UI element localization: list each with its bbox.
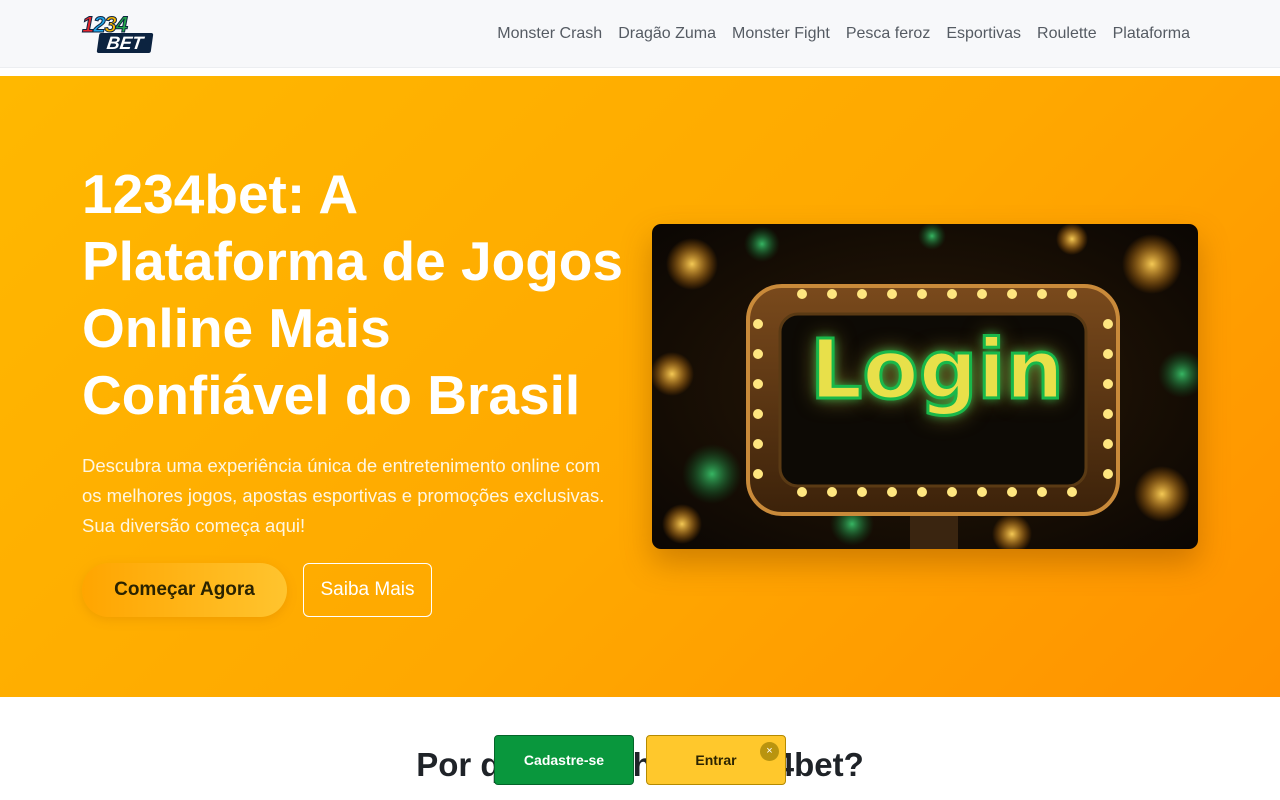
nav-link-monster-fight[interactable]: Monster Fight [732,25,830,43]
hero-image: Login [652,224,1198,549]
hero-title: 1234bet: A Plataforma de Jogos Online Ma… [82,163,623,426]
site-logo[interactable]: 1234 BET [81,12,154,54]
nav-link-pesca-feroz[interactable]: Pesca feroz [846,25,930,43]
hero-section: 1234bet: A Plataforma de Jogos Online Ma… [0,76,1280,697]
logo-word: BET [96,33,154,53]
navbar: 1234 BET Monster Crash Dragão Zuma Monst… [0,0,1280,68]
nav-link-esportivas[interactable]: Esportivas [946,25,1021,43]
close-icon[interactable]: × [760,742,779,761]
section-title: Por que escolher a 1234bet? [416,746,864,783]
hero-subtitle: Descubra uma experiência única de entret… [82,455,605,536]
start-now-button[interactable]: Começar Agora [82,563,287,617]
sign-text: Login [809,322,1066,420]
nav-link-monster-crash[interactable]: Monster Crash [497,25,602,43]
nav-link-dragao-zuma[interactable]: Dragão Zuma [618,25,716,43]
nav-link-roulette[interactable]: Roulette [1037,25,1097,43]
register-button[interactable]: Cadastre-se [494,735,634,785]
learn-more-button[interactable]: Saiba Mais [303,563,432,617]
main-nav: Monster Crash Dragão Zuma Monster Fight … [497,0,1190,68]
logo-digit: 1 [81,12,94,37]
nav-link-plataforma[interactable]: Plataforma [1113,25,1190,43]
